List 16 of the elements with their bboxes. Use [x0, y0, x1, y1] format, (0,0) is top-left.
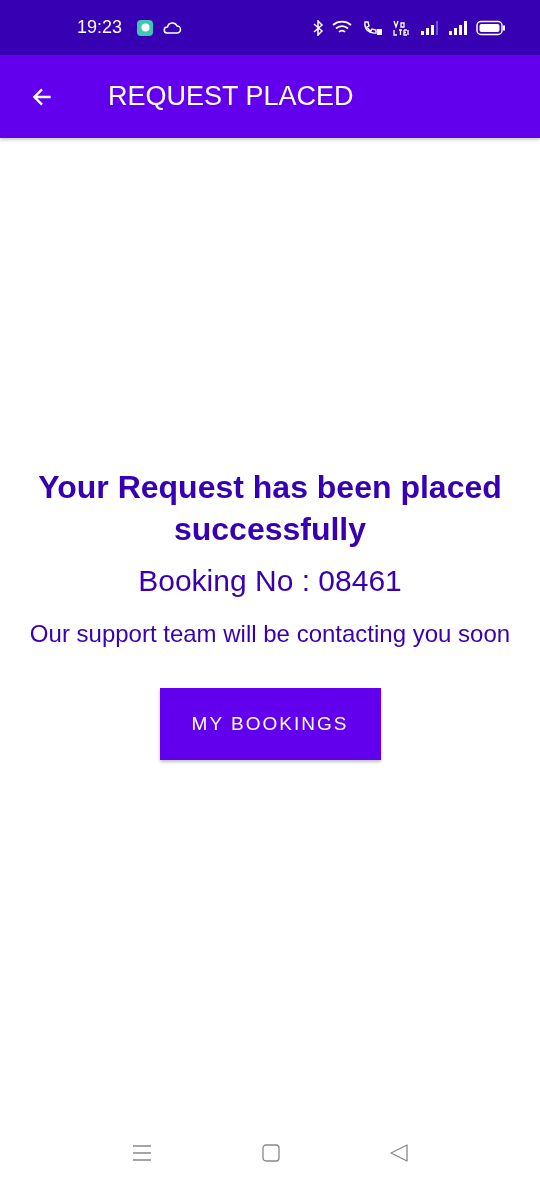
signal-icon — [420, 19, 440, 36]
success-heading: Your Request has been placed successfully — [37, 468, 503, 549]
volte-icon — [392, 18, 412, 37]
support-message: Our support team will be contacting you soon — [28, 619, 512, 649]
back-icon[interactable] — [389, 1142, 409, 1163]
battery-icon — [476, 19, 506, 36]
chat-app-icon — [136, 18, 155, 37]
home-icon[interactable] — [260, 1142, 281, 1163]
status-time: 19:23 — [77, 17, 123, 38]
booking-number: Booking No : 08461 — [138, 564, 402, 598]
menu-icon[interactable] — [132, 1143, 152, 1162]
screen-title: REQUEST PLACED — [108, 81, 354, 112]
bluetooth-icon — [312, 19, 324, 36]
cloud-icon — [162, 20, 183, 35]
my-bookings-button[interactable]: MY BOOKINGS — [159, 688, 381, 760]
signal-icon — [448, 19, 468, 36]
